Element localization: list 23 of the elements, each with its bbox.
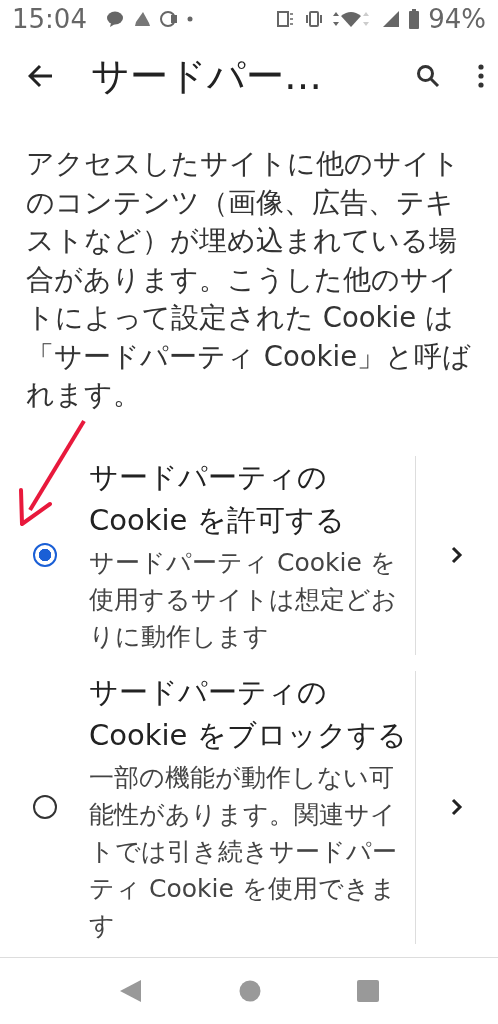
option-description: サードパーティ Cookie を使用するサイトは想定どおりに動作します (89, 546, 398, 653)
battery-icon (409, 9, 420, 29)
option-description: 一部の機能が動作しない可能性があります。関連サイトでは引き続きサードパーティ Cookie を使用できます (89, 761, 398, 942)
chevron-right-icon[interactable] (451, 546, 463, 564)
option-title: サードパーティの Cookie をブロックする (89, 673, 407, 754)
back-icon[interactable] (119, 979, 143, 1003)
back-arrow-icon[interactable] (28, 64, 54, 88)
option-title: サードパーティの Cookie を許可する (89, 458, 346, 539)
screen-icon (277, 10, 296, 28)
radio-button[interactable] (33, 543, 57, 567)
battery-percent: 94% (428, 4, 486, 34)
signal-icon (382, 10, 401, 28)
vibrate-icon (304, 10, 325, 28)
home-icon[interactable] (239, 980, 261, 1002)
description-text: アクセスしたサイトに他のサイトのコンテンツ（画像、広告、テキストなど）が埋め込まれている場合があります。こうした他のサイトによって設定された Cookie は「サードパーティ Cookie」と呼ばれます。 (26, 146, 473, 412)
page-title: サードパー… (91, 52, 323, 100)
chevron-right-icon[interactable] (451, 798, 463, 816)
more-options-icon[interactable] (478, 64, 484, 88)
chat-bubble-icon (105, 11, 124, 27)
dot-icon (186, 16, 193, 22)
status-time: 15:04 (12, 4, 87, 34)
radio-button[interactable] (33, 795, 57, 819)
search-icon[interactable] (416, 64, 440, 88)
